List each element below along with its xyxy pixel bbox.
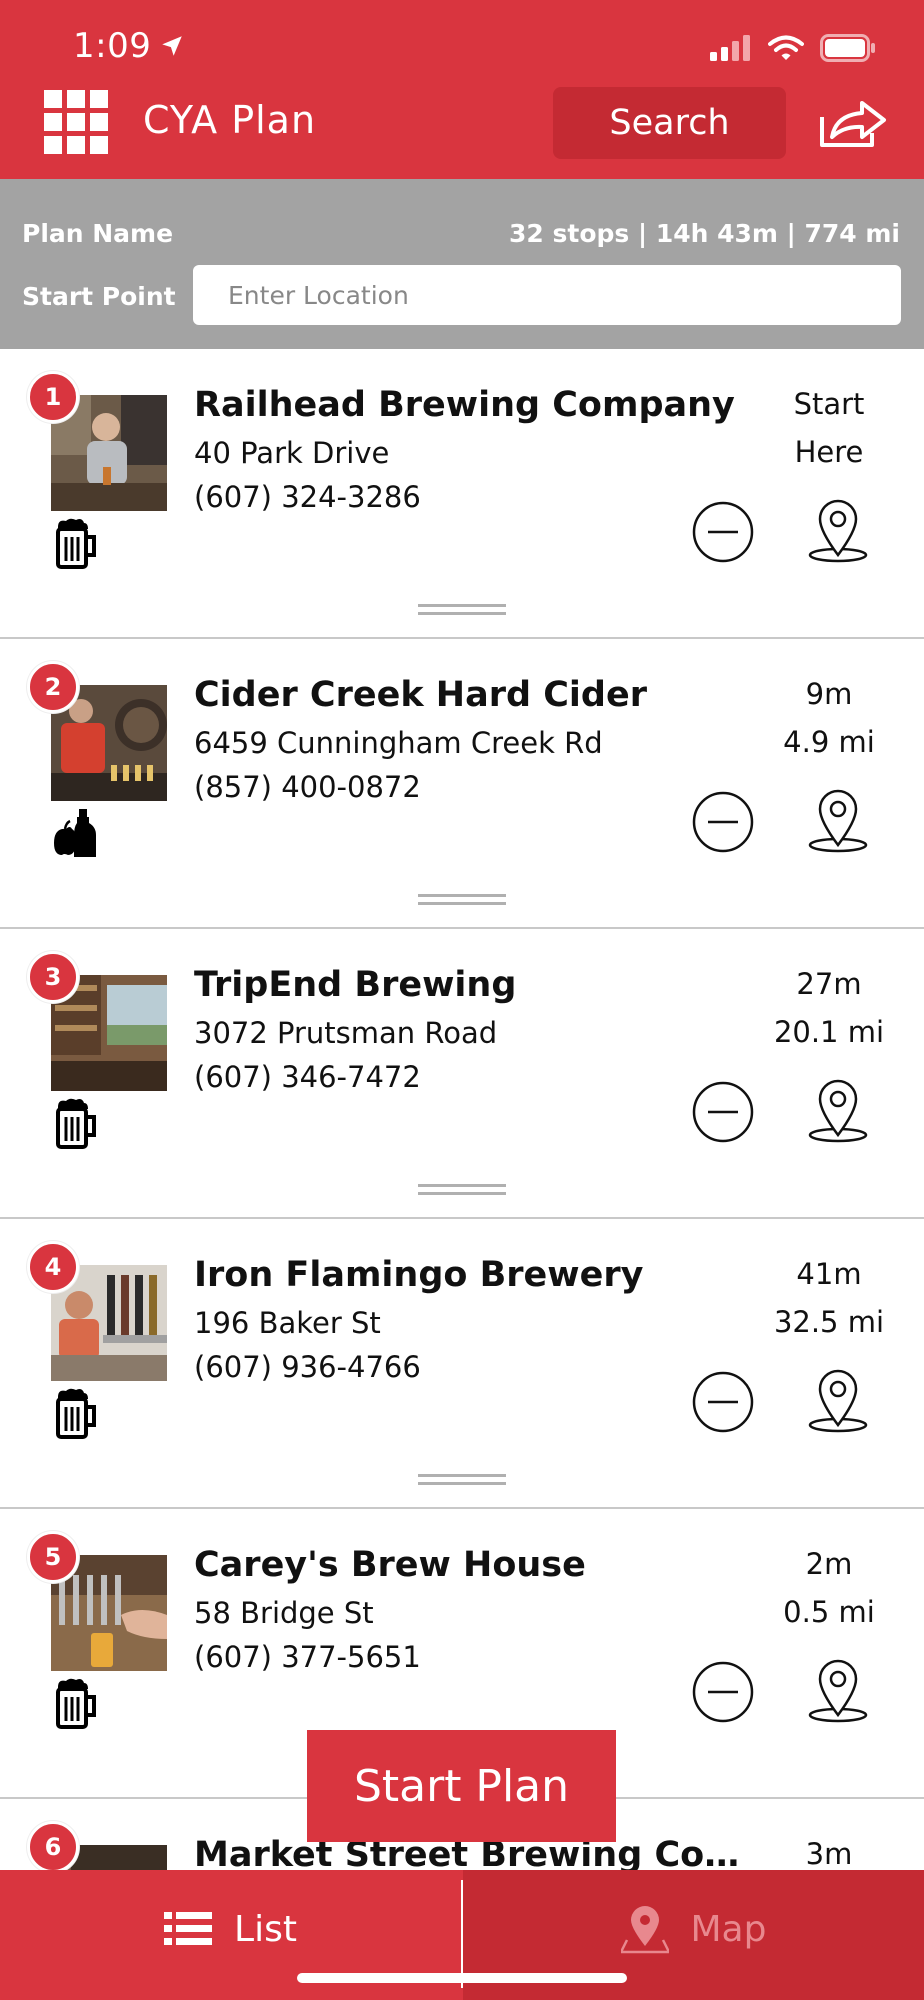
plan-info-bar: Plan Name 32 stops | 14h 43m | 774 mi St… (0, 179, 924, 349)
stop-distance: 4.9 mi (783, 725, 875, 759)
beer-mug-icon (56, 1098, 96, 1149)
app-header: 1:09 CYA Plan Search (0, 0, 924, 179)
stop-phone[interactable]: (607) 346-7472 (194, 1060, 421, 1094)
plan-name-label[interactable]: Plan Name (22, 219, 173, 248)
drag-handle[interactable] (418, 894, 506, 910)
stop-phone[interactable]: (607) 324-3286 (194, 480, 421, 514)
stop-number-badge: 4 (27, 1241, 79, 1293)
stop-distance: 0.5 mi (783, 1595, 875, 1629)
start-location-input[interactable] (193, 265, 901, 325)
remove-stop-icon[interactable] (690, 789, 756, 855)
stop-name[interactable]: TripEnd Brewing (194, 965, 516, 1005)
stop-drive-time: Start (793, 387, 865, 421)
stop-address: 40 Park Drive (194, 436, 390, 470)
stop-number-badge: 3 (27, 951, 79, 1003)
stop-address: 6459 Cunningham Creek Rd (194, 726, 603, 760)
beer-mug-icon (56, 518, 96, 569)
map-pin-icon[interactable] (806, 497, 870, 563)
status-indicators (710, 34, 876, 62)
drag-handle[interactable] (418, 1184, 506, 1200)
stop-phone[interactable]: (607) 377-5651 (194, 1640, 421, 1674)
stop-drive-time: 2m (805, 1547, 853, 1581)
stop-item[interactable]: 1 Railhead Brewing Company 40 Park Drive… (0, 349, 924, 639)
map-pin-icon[interactable] (806, 787, 870, 853)
stop-number-badge: 5 (27, 1531, 79, 1583)
stop-drive-time: 3m (805, 1837, 853, 1871)
location-arrow-icon (162, 36, 183, 56)
remove-stop-icon[interactable] (690, 1369, 756, 1435)
map-pin-icon[interactable] (806, 1367, 870, 1433)
status-time-text: 1:09 (73, 26, 152, 66)
drag-handle[interactable] (418, 604, 506, 620)
stop-item[interactable]: 2 Cider Creek Hard Cider 6459 Cunningham… (0, 639, 924, 929)
stop-number-badge: 6 (27, 1821, 79, 1873)
remove-stop-icon[interactable] (690, 499, 756, 565)
stop-drive-time: 41m (796, 1257, 862, 1291)
start-plan-button[interactable]: Start Plan (307, 1730, 616, 1842)
map-pin-icon[interactable] (806, 1657, 870, 1723)
stop-item[interactable]: 3 TripEnd Brewing 3072 Prutsman Road (60… (0, 929, 924, 1219)
start-point-label: Start Point (22, 282, 176, 311)
stop-item[interactable]: 4 Iron Flamingo Brewery 196 Baker St (60… (0, 1219, 924, 1509)
list-icon (164, 1912, 213, 1945)
stop-address: 196 Baker St (194, 1306, 381, 1340)
stop-name[interactable]: Carey's Brew House (194, 1545, 586, 1585)
stop-name[interactable]: Railhead Brewing Company (194, 385, 735, 425)
stop-name[interactable]: Cider Creek Hard Cider (194, 675, 647, 715)
share-icon[interactable] (818, 95, 888, 151)
stop-address: 58 Bridge St (194, 1596, 374, 1630)
stop-address: 3072 Prutsman Road (194, 1016, 498, 1050)
map-pin-icon (620, 1906, 669, 1954)
stop-name[interactable]: Iron Flamingo Brewery (194, 1255, 643, 1295)
wifi-icon (768, 35, 804, 60)
cellular-signal-icon (710, 35, 750, 61)
plan-stats: 32 stops | 14h 43m | 774 mi (509, 219, 900, 248)
home-indicator (297, 1973, 627, 1983)
tab-list-label: List (234, 1908, 297, 1950)
beer-mug-icon (56, 1388, 96, 1439)
remove-stop-icon[interactable] (690, 1079, 756, 1145)
stop-distance: Here (794, 435, 864, 469)
map-pin-icon[interactable] (806, 1077, 870, 1143)
stop-distance: 20.1 mi (773, 1015, 885, 1049)
stop-distance: 32.5 mi (773, 1305, 885, 1339)
remove-stop-icon[interactable] (690, 1659, 756, 1725)
tab-map-label: Map (690, 1908, 767, 1950)
stop-drive-time: 9m (805, 677, 853, 711)
search-button[interactable]: Search (553, 87, 786, 159)
stop-phone[interactable]: (607) 936-4766 (194, 1350, 421, 1384)
apps-grid-icon[interactable] (44, 90, 108, 154)
stop-drive-time: 27m (796, 967, 862, 1001)
battery-icon (820, 34, 875, 62)
drag-handle[interactable] (418, 1474, 506, 1490)
stop-phone[interactable]: (857) 400-0872 (194, 770, 421, 804)
app-title: CYA Plan (143, 98, 317, 142)
stop-number-badge: 1 (27, 371, 79, 423)
stop-number-badge: 2 (27, 661, 79, 713)
beer-mug-icon (56, 1678, 96, 1729)
cider-icon (54, 809, 96, 857)
status-time: 1:09 (73, 26, 185, 66)
